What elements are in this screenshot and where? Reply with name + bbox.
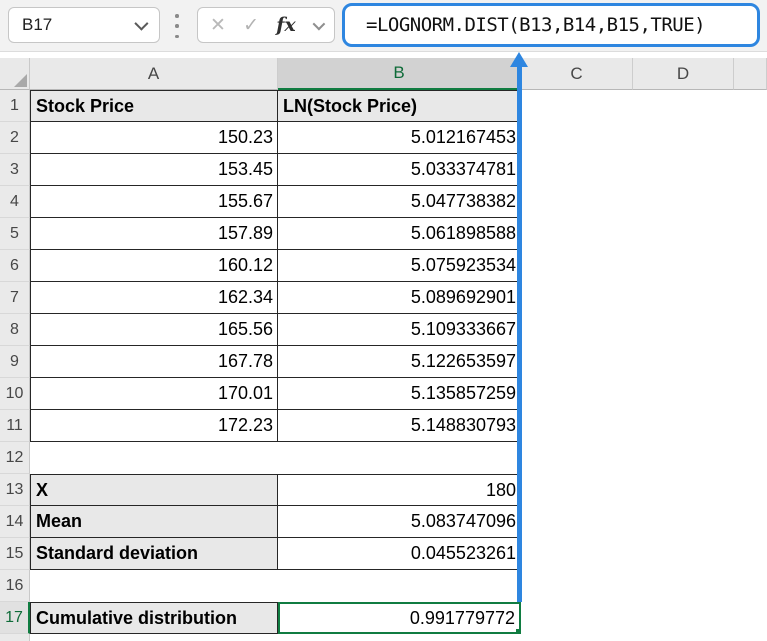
formula-bar: B17 ✕ ✓ fx =LOGNORM.DIST(B13,B14,B15,TRU… — [0, 0, 767, 52]
select-all-triangle-icon — [14, 74, 27, 87]
cell-B4[interactable]: 5.047738382 — [278, 186, 521, 218]
row-header-13[interactable]: 13 — [0, 474, 30, 506]
cell-A6[interactable]: 160.12 — [30, 250, 278, 282]
select-all-corner[interactable] — [0, 58, 30, 90]
column-header-B[interactable]: B — [278, 58, 521, 90]
cell-B5[interactable]: 5.061898588 — [278, 218, 521, 250]
cell-A2[interactable]: 150.23 — [30, 122, 278, 154]
cell-A10[interactable]: 170.01 — [30, 378, 278, 410]
column-header-A[interactable]: A — [30, 58, 278, 90]
row-header-6[interactable]: 6 — [0, 250, 30, 282]
formula-input[interactable]: =LOGNORM.DIST(B13,B14,B15,TRUE) — [342, 3, 760, 47]
cell-A16[interactable] — [30, 570, 278, 602]
row-header-1[interactable]: 1 — [0, 90, 30, 122]
row-2: 2150.235.012167453 — [0, 122, 767, 154]
cell-B16[interactable] — [278, 570, 521, 602]
cell-A3[interactable]: 153.45 — [30, 154, 278, 186]
row-header-16[interactable]: 16 — [0, 570, 30, 602]
cell-A9[interactable]: 167.78 — [30, 346, 278, 378]
cell-B15[interactable]: 0.045523261 — [278, 538, 521, 570]
cell-A13[interactable]: X — [30, 474, 278, 506]
row-13: 13X180 — [0, 474, 767, 506]
chevron-down-icon[interactable] — [134, 17, 148, 31]
row-16: 16 — [0, 570, 767, 602]
row-3: 3153.455.033374781 — [0, 154, 767, 186]
row-18-partial — [0, 634, 767, 641]
row-header-17[interactable]: 17 — [0, 602, 30, 634]
row-1: 1Stock PriceLN(Stock Price) — [0, 90, 767, 122]
spreadsheet-grid: ABCD 1Stock PriceLN(Stock Price)2150.235… — [0, 58, 767, 641]
cell-B8[interactable]: 5.109333667 — [278, 314, 521, 346]
row-4: 4155.675.047738382 — [0, 186, 767, 218]
row-header-15[interactable]: 15 — [0, 538, 30, 570]
row-12: 12 — [0, 442, 767, 474]
cell-B7[interactable]: 5.089692901 — [278, 282, 521, 314]
formula-text: =LOGNORM.DIST(B13,B14,B15,TRUE) — [366, 14, 705, 36]
cell-B17[interactable]: 0.991779772 — [278, 602, 521, 634]
cell-A11[interactable]: 172.23 — [30, 410, 278, 442]
row-header-11[interactable]: 11 — [0, 410, 30, 442]
row-header-7[interactable]: 7 — [0, 282, 30, 314]
cell-B3[interactable]: 5.033374781 — [278, 154, 521, 186]
name-box[interactable]: B17 — [8, 7, 160, 43]
row-header-3[interactable]: 3 — [0, 154, 30, 186]
chevron-down-icon[interactable] — [313, 17, 326, 30]
row-header-18-partial — [0, 634, 30, 641]
row-header-10[interactable]: 10 — [0, 378, 30, 410]
cell-B13[interactable]: 180 — [278, 474, 521, 506]
row-17: 17Cumulative distribution0.991779772 — [0, 602, 767, 634]
formula-toolbar: ✕ ✓ fx — [197, 7, 335, 43]
cancel-icon[interactable]: ✕ — [210, 16, 226, 35]
cell-B14[interactable]: 5.083747096 — [278, 506, 521, 538]
row-8: 8165.565.109333667 — [0, 314, 767, 346]
column-header-D[interactable]: D — [633, 58, 734, 90]
row-header-8[interactable]: 8 — [0, 314, 30, 346]
row-9: 9167.785.122653597 — [0, 346, 767, 378]
cell-A15[interactable]: Standard deviation — [30, 538, 278, 570]
cell-B9[interactable]: 5.122653597 — [278, 346, 521, 378]
cell-A5[interactable]: 157.89 — [30, 218, 278, 250]
grip-dots-icon — [173, 14, 181, 38]
cell-B1[interactable]: LN(Stock Price) — [278, 90, 521, 122]
cell-B10[interactable]: 5.135857259 — [278, 378, 521, 410]
row-15: 15Standard deviation0.045523261 — [0, 538, 767, 570]
row-14: 14Mean5.083747096 — [0, 506, 767, 538]
row-header-2[interactable]: 2 — [0, 122, 30, 154]
row-header-9[interactable]: 9 — [0, 346, 30, 378]
row-header-4[interactable]: 4 — [0, 186, 30, 218]
confirm-icon[interactable]: ✓ — [243, 16, 259, 35]
cell-A14[interactable]: Mean — [30, 506, 278, 538]
row-10: 10170.015.135857259 — [0, 378, 767, 410]
row-header-12[interactable]: 12 — [0, 442, 30, 474]
row-header-14[interactable]: 14 — [0, 506, 30, 538]
cell-A8[interactable]: 165.56 — [30, 314, 278, 346]
cell-A12[interactable] — [30, 442, 278, 474]
cell-A7[interactable]: 162.34 — [30, 282, 278, 314]
excel-window: B17 ✕ ✓ fx =LOGNORM.DIST(B13,B14,B15,TRU… — [0, 0, 767, 641]
cell-A1[interactable]: Stock Price — [30, 90, 278, 122]
name-box-value: B17 — [9, 15, 135, 35]
row-header-5[interactable]: 5 — [0, 218, 30, 250]
grid-body: 1Stock PriceLN(Stock Price)2150.235.0121… — [0, 90, 767, 641]
insert-function-icon[interactable]: fx — [276, 14, 296, 36]
cell-B11[interactable]: 5.148830793 — [278, 410, 521, 442]
annotation-arrow-line — [517, 65, 522, 602]
row-11: 11172.235.148830793 — [0, 410, 767, 442]
cell-B6[interactable]: 5.075923534 — [278, 250, 521, 282]
column-header-C[interactable]: C — [521, 58, 633, 90]
cell-B12[interactable] — [278, 442, 521, 474]
column-headers: ABCD — [0, 58, 767, 90]
cell-A17[interactable]: Cumulative distribution — [30, 602, 278, 634]
row-6: 6160.125.075923534 — [0, 250, 767, 282]
row-5: 5157.895.061898588 — [0, 218, 767, 250]
row-7: 7162.345.089692901 — [0, 282, 767, 314]
annotation-arrow-head — [510, 52, 528, 67]
column-header-partial[interactable] — [734, 58, 767, 90]
cell-B2[interactable]: 5.012167453 — [278, 122, 521, 154]
cell-A4[interactable]: 155.67 — [30, 186, 278, 218]
